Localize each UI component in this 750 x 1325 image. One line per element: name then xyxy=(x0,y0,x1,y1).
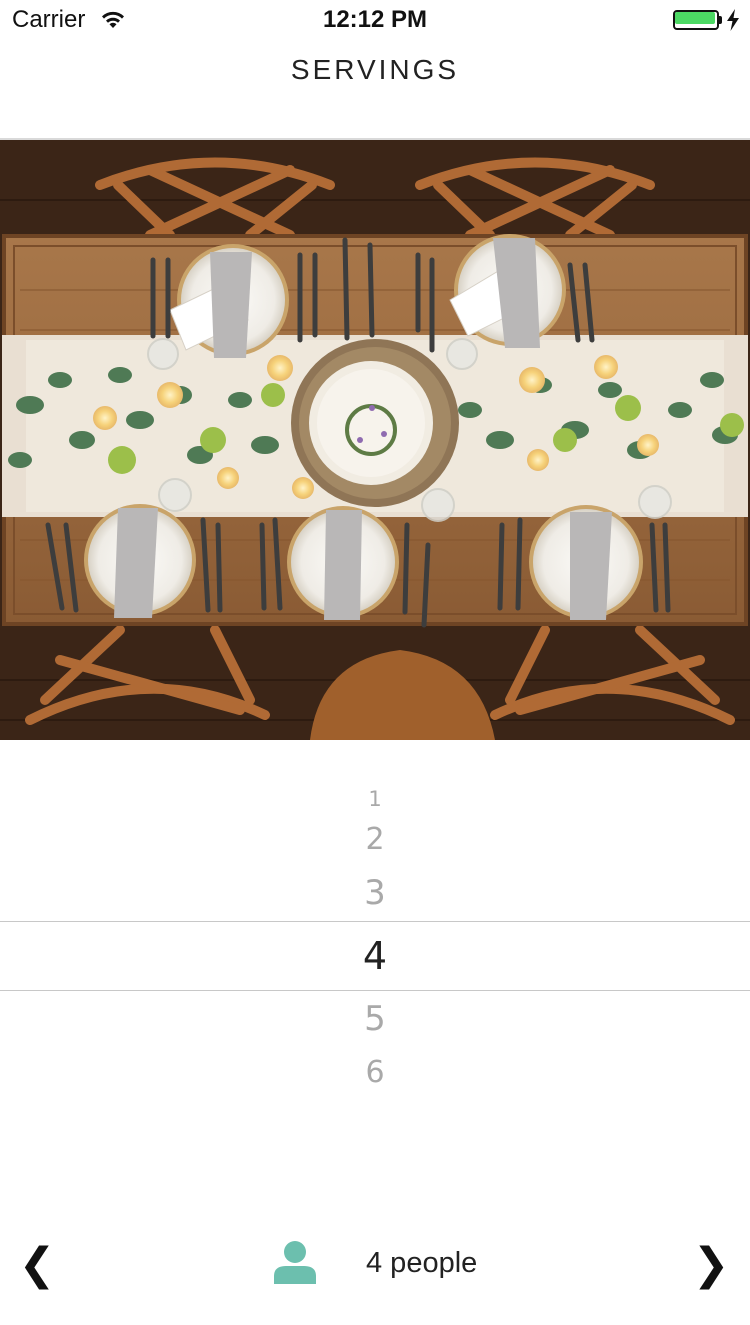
picker-option-3[interactable]: 3 xyxy=(0,872,750,914)
servings-count-label: 4 people xyxy=(366,1247,478,1279)
status-time: 12:12 PM xyxy=(322,6,428,33)
dinner-table-photo xyxy=(0,140,750,740)
bolt-icon xyxy=(727,9,739,31)
picker-bottom-divider xyxy=(0,990,750,991)
bottom-bar: ❮ 4 people ❯ xyxy=(0,1215,750,1325)
picker-option-6[interactable]: 6 xyxy=(0,1053,750,1093)
battery-fill xyxy=(675,12,715,24)
page-title: SERVINGS xyxy=(290,54,460,85)
person-icon xyxy=(274,1241,316,1284)
servings-screen: Carrier 12:12 PM SERVINGS 1 2 3 4 5 6 ❮ … xyxy=(0,0,750,1325)
next-button[interactable]: ❯ xyxy=(686,1237,736,1293)
picker-option-2[interactable]: 2 xyxy=(0,820,750,860)
battery-icon xyxy=(673,10,722,30)
picker-top-divider xyxy=(0,921,750,922)
picker-option-5[interactable]: 5 xyxy=(0,998,750,1040)
picker-option-selected[interactable]: 4 xyxy=(0,932,750,980)
picker-option-1[interactable]: 1 xyxy=(0,790,750,808)
previous-button[interactable]: ❮ xyxy=(12,1237,62,1293)
dinner-table-illustration xyxy=(0,140,750,740)
servings-picker[interactable]: 1 2 3 4 5 6 xyxy=(0,740,750,1210)
status-bar: Carrier 12:12 PM xyxy=(0,0,750,40)
